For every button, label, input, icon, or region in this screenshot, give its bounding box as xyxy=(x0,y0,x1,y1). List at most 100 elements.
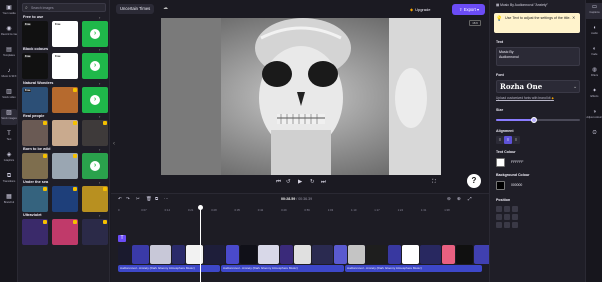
see-more-tile[interactable]: › xyxy=(82,53,108,79)
align-left-icon[interactable]: ≡ xyxy=(496,136,504,144)
size-slider-handle[interactable] xyxy=(530,117,537,123)
rail-item[interactable]: ▣ Your media xyxy=(1,4,17,20)
video-clip[interactable] xyxy=(258,245,279,264)
zoom-in-icon[interactable]: ⊕ xyxy=(457,196,461,202)
playhead[interactable] xyxy=(200,208,201,282)
split-icon[interactable]: ✂ xyxy=(136,196,140,202)
section-title[interactable]: Ultraviolet xyxy=(23,213,42,217)
rail-item[interactable]: ◈ Graphics xyxy=(1,151,17,167)
image-tile[interactable] xyxy=(52,87,78,113)
section-title[interactable]: Free to use xyxy=(23,15,43,19)
text-input[interactable]: Music By Audionnovul xyxy=(496,47,580,66)
zoom-out-icon[interactable]: ⊖ xyxy=(447,196,451,202)
more-icon[interactable]: ⋯ xyxy=(164,196,169,202)
skip-back-icon[interactable]: ⏮ xyxy=(276,179,281,186)
video-track[interactable] xyxy=(118,245,489,264)
text-colour-picker[interactable]: FFFFFF xyxy=(496,158,576,167)
video-clip[interactable] xyxy=(150,245,171,264)
section-title[interactable]: Natural Wonders xyxy=(23,81,53,85)
align-right-icon[interactable]: ≡ xyxy=(512,136,520,144)
audio-clip[interactable]: Audionnovul - Anxiety (Dark Gloomy Atmos… xyxy=(118,265,220,272)
image-tile[interactable] xyxy=(52,219,78,245)
position-cell[interactable] xyxy=(496,206,502,212)
section-title[interactable]: Block colours xyxy=(23,47,48,51)
position-cell[interactable] xyxy=(512,214,518,220)
font-select[interactable]: Rozha One ⌄ xyxy=(496,80,580,93)
upgrade-button[interactable]: ◆ Upgrade xyxy=(407,5,433,14)
video-clip[interactable] xyxy=(280,245,293,264)
video-clip[interactable] xyxy=(240,245,257,264)
position-cell[interactable] xyxy=(496,222,502,228)
see-more-tile[interactable]: › xyxy=(82,21,108,47)
bg-colour-swatch[interactable] xyxy=(496,181,505,190)
add-track-button[interactable]: T xyxy=(118,235,126,242)
video-clip[interactable] xyxy=(402,245,419,264)
position-cell[interactable] xyxy=(504,206,510,212)
align-center-icon[interactable]: ≡ xyxy=(504,136,512,144)
image-tile[interactable] xyxy=(52,186,78,212)
right-tab[interactable]: ◐ Fade xyxy=(586,45,602,61)
image-tile[interactable] xyxy=(82,120,108,146)
video-clip[interactable] xyxy=(132,245,149,264)
rail-item[interactable]: ▥ Stock video xyxy=(1,88,17,104)
text-colour-swatch[interactable] xyxy=(496,158,505,167)
video-clip[interactable] xyxy=(456,245,473,264)
image-tile[interactable]: Free xyxy=(52,21,78,47)
aspect-ratio-button[interactable]: 16:9 xyxy=(469,20,481,26)
position-cell[interactable] xyxy=(512,222,518,228)
chevron-right-icon[interactable]: › xyxy=(99,147,100,152)
right-tab[interactable]: ◖ Audio xyxy=(586,24,602,40)
rail-item[interactable]: ▨ Stock images xyxy=(1,109,17,125)
rail-item[interactable]: ⧉ Transitions xyxy=(1,172,17,188)
video-clip[interactable] xyxy=(474,245,489,264)
image-tile[interactable] xyxy=(82,219,108,245)
position-cell[interactable] xyxy=(496,214,502,220)
search-box[interactable]: ⌕ xyxy=(22,3,106,12)
image-tile[interactable] xyxy=(22,120,48,146)
size-slider[interactable] xyxy=(496,117,580,123)
video-clip[interactable] xyxy=(118,245,131,264)
rail-item[interactable]: ◉Record & create xyxy=(1,25,17,41)
playhead-handle[interactable] xyxy=(198,205,203,210)
delete-icon[interactable]: 🗑 xyxy=(146,196,152,202)
image-tile[interactable]: Free xyxy=(22,21,48,47)
redo-icon[interactable]: ↷ xyxy=(126,196,130,202)
position-cell[interactable] xyxy=(504,222,510,228)
fit-timeline-icon[interactable]: ⤢ xyxy=(468,196,472,201)
video-clip[interactable] xyxy=(420,245,441,264)
chevron-right-icon[interactable]: › xyxy=(99,114,100,119)
help-button[interactable]: ? xyxy=(467,174,481,188)
image-tile[interactable] xyxy=(22,153,48,179)
duplicate-icon[interactable]: ⧉ xyxy=(155,196,158,201)
chevron-right-icon[interactable]: › xyxy=(99,81,100,86)
image-tile[interactable]: Free xyxy=(52,53,78,79)
audio-clip[interactable]: Audionnovul - Anxiety (Dark Gloomy Atmos… xyxy=(345,265,482,272)
chevron-right-icon[interactable]: › xyxy=(99,180,100,185)
rewind-icon[interactable]: ↺ xyxy=(286,179,291,185)
video-clip[interactable] xyxy=(366,245,387,264)
collapse-panel-icon[interactable]: ‹ xyxy=(113,141,115,147)
chevron-right-icon[interactable]: › xyxy=(99,213,100,218)
undo-icon[interactable]: ↶ xyxy=(118,196,122,202)
video-preview[interactable] xyxy=(161,18,441,175)
export-button[interactable]: ⇪ Export ▾ xyxy=(452,4,485,15)
right-tab[interactable]: ◑ Adjust colours xyxy=(586,108,602,124)
video-clip[interactable] xyxy=(294,245,311,264)
video-clip[interactable] xyxy=(312,245,333,264)
image-tile[interactable] xyxy=(22,186,48,212)
timeline-ruler[interactable]: 0 0:07 0:14 0:21 0:28 0:35 0:42 0:49 0:56 1:03 1:1… xyxy=(111,207,489,214)
play-icon[interactable]: ▶ xyxy=(298,179,302,185)
see-more-tile[interactable]: › xyxy=(82,153,108,179)
video-clip[interactable] xyxy=(442,245,455,264)
rail-item[interactable]: ♪ Music & SFX xyxy=(1,67,17,83)
rail-item[interactable]: T Text xyxy=(1,130,17,146)
section-title[interactable]: Born to be wild xyxy=(23,147,50,151)
see-more-tile[interactable]: › xyxy=(82,87,108,113)
right-tab[interactable]: ⏲ xyxy=(586,129,602,145)
forward-icon[interactable]: ↻ xyxy=(310,179,315,185)
close-icon[interactable]: ✕ xyxy=(572,15,575,20)
video-clip[interactable] xyxy=(334,245,347,264)
image-tile[interactable] xyxy=(22,219,48,245)
image-tile[interactable] xyxy=(82,186,108,212)
fullscreen-icon[interactable]: ⛶ xyxy=(432,179,436,186)
